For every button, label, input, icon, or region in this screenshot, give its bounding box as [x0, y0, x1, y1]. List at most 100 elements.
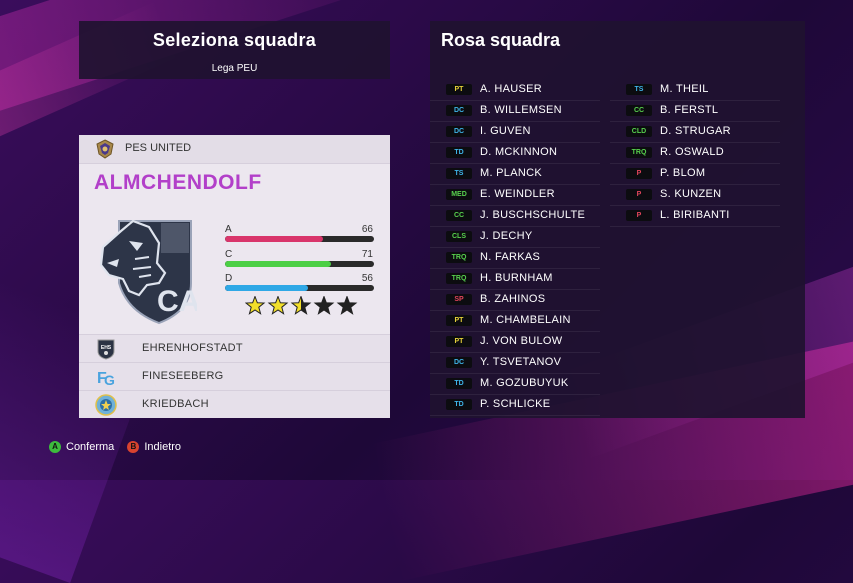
star-icon [336, 296, 358, 315]
select-team-header: Seleziona squadra Lega PEU [79, 21, 390, 79]
player-row[interactable]: CC J. BUSCHSCHULTE [430, 206, 600, 227]
player-name: S. KUNZEN [660, 188, 722, 200]
player-name: M. PLANCK [480, 167, 542, 179]
player-row[interactable]: CLD D. STRUGAR [610, 122, 780, 143]
stat-value: 71 [361, 249, 373, 260]
player-row[interactable]: PT J. VON BULOW [430, 332, 600, 353]
stat-bar [225, 285, 374, 291]
page-title: Seleziona squadra [152, 30, 317, 50]
player-name: D. STRUGAR [660, 125, 731, 137]
stat-label: C [225, 249, 233, 260]
player-row[interactable]: CLS J. DECHY [430, 227, 600, 248]
player-name: A. HAUSER [480, 83, 542, 95]
player-row[interactable]: DC I. GUVEN [430, 122, 600, 143]
star-icon [290, 296, 312, 315]
player-name: P. BLOM [660, 167, 706, 179]
player-name: M. CHAMBELAIN [480, 314, 571, 326]
player-row[interactable]: P S. KUNZEN [610, 185, 780, 206]
player-row[interactable]: MED E. WEINDLER [430, 185, 600, 206]
confirm-hint[interactable]: A Conferma [49, 440, 114, 453]
position-badge: TS [446, 168, 472, 179]
player-row[interactable]: TS M. PLANCK [430, 164, 600, 185]
position-badge: CLD [626, 126, 652, 137]
player-row[interactable]: TD P. SCHLICKE [430, 395, 600, 416]
player-row[interactable]: PT A. HAUSER [430, 80, 600, 101]
player-row[interactable]: P P. BLOM [610, 164, 780, 185]
b-button-icon: B [127, 440, 140, 453]
player-name: P. SCHLICKE [480, 398, 551, 410]
player-name: Y. TSVETANOV [480, 356, 562, 368]
team-card[interactable]: PES UNITED ALMCHENDOLF CA A 66 C 71 D 56… [79, 135, 390, 418]
position-badge: P [626, 210, 652, 221]
player-row[interactable]: DC Y. TSVETANOV [430, 353, 600, 374]
position-badge: CC [446, 210, 472, 221]
position-badge: MED [446, 189, 472, 200]
wolf-crest-icon: CA [99, 219, 197, 325]
team-name: ALMCHENDOLF [94, 171, 262, 194]
player-row[interactable]: P L. BIRIBANTI [610, 206, 780, 227]
stat-bar-fill [225, 261, 331, 267]
stat-label: D [225, 273, 233, 284]
league-name: PES UNITED [125, 142, 192, 154]
stat-bar-fill [225, 236, 324, 242]
position-badge: TRQ [626, 147, 652, 158]
player-row[interactable]: TRQ N. FARKAS [430, 248, 600, 269]
position-badge: P [626, 189, 652, 200]
player-name: R. OSWALD [660, 146, 725, 158]
team-rating-stars [245, 296, 358, 315]
position-badge: TRQ [446, 273, 472, 284]
position-badge: CLS [446, 231, 472, 242]
position-badge: SP [446, 294, 472, 305]
rival-team-name: KRIEDBACH [142, 398, 209, 410]
position-badge: DC [446, 126, 472, 137]
stat-value: 66 [361, 224, 373, 235]
player-row[interactable]: DC B. WILLEMSEN [430, 101, 600, 122]
player-name: B. WILLEMSEN [480, 104, 562, 116]
rival-team-name: EHRENHOFSTADT [142, 342, 243, 354]
position-badge: P [626, 168, 652, 179]
rival-team-row[interactable]: KRIEDBACH [79, 390, 390, 418]
player-name: E. WEINDLER [480, 188, 555, 200]
position-badge: TD [446, 378, 472, 389]
stat-bar-fill [225, 285, 309, 291]
player-row[interactable]: TD M. GOZUBUYUK [430, 374, 600, 395]
roster-column-left: PT A. HAUSER DC B. WILLEMSEN DC I. GUVEN TD D. … [430, 80, 600, 416]
star-icon [267, 296, 289, 315]
player-name: N. FARKAS [480, 251, 541, 263]
stat-bar [225, 261, 374, 267]
svg-text:G: G [104, 372, 115, 388]
roster-column-right: TS M. THEIL CC B. FERSTL CLD D. STRUGAR TRQ R. … [610, 80, 780, 227]
player-row[interactable]: SP B. ZAHINOS [430, 290, 600, 311]
kriedbach-crest-icon [95, 394, 117, 416]
position-badge: TD [446, 399, 472, 410]
pes-united-logo-icon [96, 139, 114, 159]
rival-team-row[interactable]: EHS EHRENHOFSTADT [79, 334, 390, 362]
ehrenhofstadt-crest-icon: EHS [97, 339, 115, 360]
player-name: L. BIRIBANTI [660, 209, 730, 221]
player-row[interactable]: TRQ H. BURNHAM [430, 269, 600, 290]
position-badge: TS [626, 84, 652, 95]
a-button-icon: A [49, 440, 61, 453]
position-badge: PT [446, 336, 472, 347]
stat-label: A [225, 224, 232, 235]
svg-text:CA: CA [157, 285, 197, 318]
star-icon [313, 296, 335, 315]
player-name: H. BURNHAM [480, 272, 553, 284]
player-name: B. ZAHINOS [480, 293, 546, 305]
rival-team-row[interactable]: F G FINESEEBERG [79, 362, 390, 390]
player-row[interactable]: TD D. MCKINNON [430, 143, 600, 164]
player-row[interactable]: CC B. FERSTL [610, 101, 780, 122]
back-hint[interactable]: B Indietro [127, 440, 181, 453]
star-icon [245, 296, 266, 315]
position-badge: PT [446, 84, 472, 95]
league-selector[interactable]: Lega PEU [79, 63, 390, 74]
stat-value: 56 [361, 273, 373, 284]
player-name: M. GOZUBUYUK [480, 377, 569, 389]
position-badge: TD [446, 147, 472, 158]
rival-team-name: FINESEEBERG [142, 370, 224, 382]
player-row[interactable]: TS M. THEIL [610, 80, 780, 101]
player-name: J. DECHY [480, 230, 533, 242]
player-row[interactable]: PT M. CHAMBELAIN [430, 311, 600, 332]
team-roster-panel: Rosa squadra PT A. HAUSER DC B. WILLEMSEN DC… [430, 21, 805, 418]
player-row[interactable]: TRQ R. OSWALD [610, 143, 780, 164]
